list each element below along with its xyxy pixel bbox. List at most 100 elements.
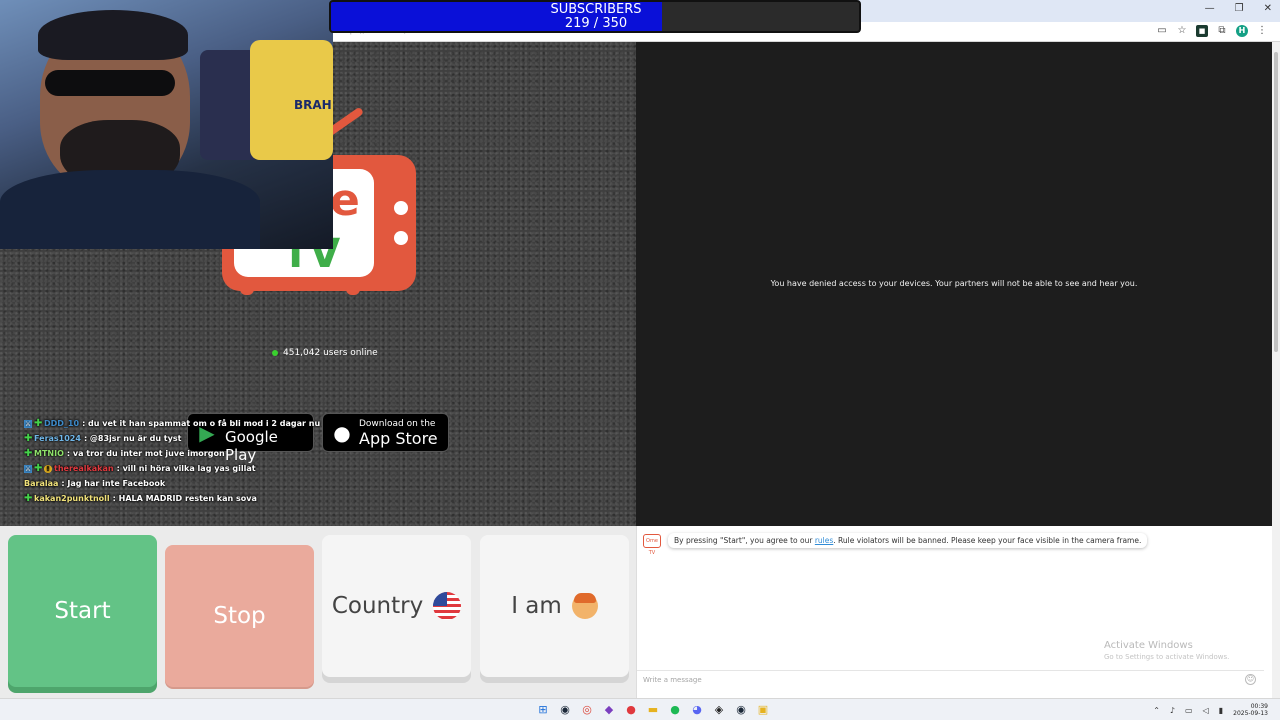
gender-button[interactable]: I am xyxy=(480,535,629,677)
chat-username: therealkakan xyxy=(54,464,114,473)
us-flag-icon xyxy=(433,592,462,620)
subscriber-label: SUBSCRIBERS xyxy=(550,2,642,17)
display-icon[interactable]: ▭ xyxy=(1185,706,1193,715)
streamer-cap xyxy=(38,10,188,60)
maximize-button[interactable]: ❐ xyxy=(1235,3,1244,14)
app-black-icon[interactable]: ◈ xyxy=(711,702,727,718)
screen: — ❐ ✕ https://ometv.chat/ . . . . . . . … xyxy=(0,0,1280,720)
clock-time: 00:39 xyxy=(1250,703,1268,710)
chat-message: Baralaa: Jag har inte Facebook xyxy=(24,478,344,493)
discord-icon[interactable]: ◕ xyxy=(689,702,705,718)
app-red-icon[interactable]: ● xyxy=(623,702,639,718)
online-dot-icon xyxy=(272,350,278,356)
app-store-caption: Download on the xyxy=(359,419,436,429)
spotify-icon[interactable]: ● xyxy=(667,702,683,718)
scrollbar-thumb[interactable] xyxy=(1274,52,1278,352)
minimize-button[interactable]: — xyxy=(1205,3,1215,14)
windows-taskbar: ⊞ ◉ ◎ ◆ ● ▬ ● ◕ ◈ ◉ ▣ ⌃ ♪ ▭ ◁ ▮ 00:39 20… xyxy=(0,698,1280,720)
logo-text-top: e xyxy=(330,175,360,226)
windows-start-icon[interactable]: ⊞ xyxy=(535,702,551,718)
wall-jersey-yellow: BRAH xyxy=(250,40,333,160)
chat-username: MTNIO xyxy=(34,449,64,458)
page-scrollbar[interactable] xyxy=(1272,42,1280,698)
chat-text: : Jag har inte Facebook xyxy=(61,479,166,488)
close-button[interactable]: ✕ xyxy=(1264,3,1272,14)
own-video-area: You have denied access to your devices. … xyxy=(636,42,1272,526)
plus-badge-icon: ✚ xyxy=(34,462,43,474)
profile-avatar-icon[interactable]: H xyxy=(1236,25,1248,37)
toolbar-icons: ▭ ☆ ■ ⧉ H ⋮ xyxy=(1156,25,1268,37)
mod-badge-icon: ⚔ xyxy=(24,419,32,428)
streamer-jacket xyxy=(0,170,260,249)
stop-label: Stop xyxy=(213,603,266,629)
system-message: By pressing "Start", you agree to our ru… xyxy=(668,533,1148,548)
bookmark-star-icon[interactable]: ☆ xyxy=(1176,25,1188,37)
extensions-puzzle-icon[interactable]: ⧉ xyxy=(1216,25,1228,37)
battery-icon[interactable]: ▮ xyxy=(1219,706,1223,715)
country-button[interactable]: Country xyxy=(322,535,471,677)
rules-link[interactable]: rules xyxy=(815,536,833,545)
app-store-label: App Store xyxy=(359,429,438,448)
chat-username: Baralaa xyxy=(24,479,59,488)
clock[interactable]: 00:39 2025-09-13 xyxy=(1233,703,1268,717)
tv-leg xyxy=(346,285,360,295)
system-tray: ⌃ ♪ ▭ ◁ ▮ 00:39 2025-09-13 xyxy=(1153,703,1268,717)
app-purple-icon[interactable]: ◆ xyxy=(601,702,617,718)
chat-message: ⚔ ✚! therealkakan: vill ni höra vilka lag … xyxy=(24,463,344,478)
chat-message: ✚ Feras1024: @83jsr nu är du tyst xyxy=(24,433,344,448)
control-panel: Start Stop Country I am xyxy=(0,526,636,698)
plus-badge-icon: ✚ xyxy=(34,417,43,429)
app-yellow-icon[interactable]: ▣ xyxy=(755,702,771,718)
country-label: Country xyxy=(331,593,424,619)
system-message-text-end: . Rule violators will be banned. Please … xyxy=(833,536,1142,545)
iam-label: I am xyxy=(511,593,562,619)
message-input[interactable]: Write a message ☺ xyxy=(637,670,1264,688)
chat-username: Feras1024 xyxy=(34,434,81,443)
gold-badge-icon: ! xyxy=(44,464,52,473)
jersey-text: BRAH xyxy=(294,98,332,112)
text-chat-panel: Ome TV By pressing "Start", you agree to… xyxy=(636,526,1272,698)
tv-knob-icon xyxy=(394,201,408,215)
start-button[interactable]: Start xyxy=(8,535,157,687)
microphone-icon[interactable]: ♪ xyxy=(1170,706,1175,715)
chat-username: kakan2punktnoll xyxy=(34,494,110,503)
steam-icon[interactable]: ◉ xyxy=(557,702,573,718)
file-explorer-icon[interactable]: ▬ xyxy=(645,702,661,718)
device-denied-message: You have denied access to your devices. … xyxy=(770,279,1138,288)
chevron-up-icon[interactable]: ⌃ xyxy=(1153,706,1160,715)
chat-text: : va tror du inter mot juve imorgon xyxy=(66,449,225,458)
chat-text: : HALA MADRID resten kan sova xyxy=(112,494,257,503)
steam-icon-2[interactable]: ◉ xyxy=(733,702,749,718)
ometv-avatar-icon: Ome TV xyxy=(643,534,661,556)
plus-badge-icon: ✚ xyxy=(24,492,33,504)
chat-message: ✚ kakan2punktnoll: HALA MADRID resten kan… xyxy=(24,493,344,508)
stop-button[interactable]: Stop xyxy=(165,545,314,687)
chat-text: : du vet it han spammat om o få bli mod … xyxy=(82,419,321,428)
chat-message: ⚔ ✚ DDD_10: du vet it han spammat om o få … xyxy=(24,418,344,433)
cast-icon[interactable]: ▭ xyxy=(1156,25,1168,37)
activate-windows-title: Activate Windows xyxy=(1104,640,1193,651)
stream-chat-overlay: ⚔ ✚ DDD_10: du vet it han spammat om o få … xyxy=(24,418,344,508)
menu-dots-icon[interactable]: ⋮ xyxy=(1256,25,1268,37)
window-controls: — ❐ ✕ xyxy=(1205,3,1272,14)
mod-badge-icon: ⚔ xyxy=(24,464,32,473)
taskbar-apps: ⊞ ◉ ◎ ◆ ● ▬ ● ◕ ◈ ◉ ▣ xyxy=(535,702,771,718)
boy-face-icon xyxy=(571,593,598,619)
plus-badge-icon: ✚ xyxy=(24,432,33,444)
plus-badge-icon: ✚ xyxy=(24,447,33,459)
chrome-icon[interactable]: ◎ xyxy=(579,702,595,718)
system-message-text: By pressing "Start", you agree to our xyxy=(674,536,815,545)
sunglasses xyxy=(45,70,175,96)
volume-icon[interactable]: ◁ xyxy=(1203,706,1209,715)
tv-leg xyxy=(240,285,254,295)
users-online-indicator: 451,042 users online xyxy=(272,348,378,358)
extension-icon[interactable]: ■ xyxy=(1196,25,1208,37)
subscriber-goal-text: SUBSCRIBERS 219 / 350 xyxy=(331,2,859,31)
streamer-webcam: BRAH xyxy=(0,0,333,249)
emoji-icon[interactable]: ☺ xyxy=(1245,674,1256,685)
chat-text: : vill ni höra vilka lag yas gillat xyxy=(116,464,256,473)
clock-date: 2025-09-13 xyxy=(1233,710,1268,717)
chat-text: : @83jsr nu är du tyst xyxy=(83,434,182,443)
subscriber-goal-bar: SUBSCRIBERS 219 / 350 xyxy=(329,0,861,33)
chat-message: ✚ MTNIO: va tror du inter mot juve imorgo… xyxy=(24,448,344,463)
